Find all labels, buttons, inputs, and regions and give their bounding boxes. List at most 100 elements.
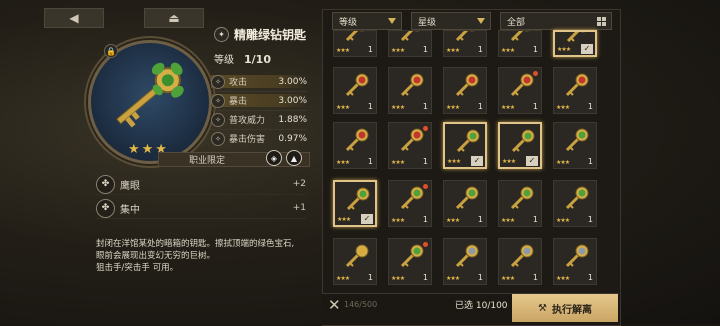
inventory-slot[interactable]: ★★★ 1 [333,67,377,114]
inventory-slot[interactable]: ★★★ 1 [333,238,377,285]
inventory-slot[interactable]: ★★★ ✓ [333,180,377,227]
inventory-slot[interactable]: ★★★ 1 [333,122,377,169]
chevron-down-icon [388,18,396,24]
inventory-slot[interactable]: ★★★ ✓ [498,122,542,169]
item-count: 1 [532,215,538,224]
inventory-slot[interactable]: ★★★ 1 [443,238,487,285]
star-rating: ★★★ [336,104,350,111]
star-rating: ★★★ [336,159,350,166]
item-level: 等级 1/10 [214,51,271,66]
dismantle-button[interactable]: ⚒ 执行解离 [512,294,618,322]
item-count: 1 [422,273,428,282]
stat-value: 3.00% [278,95,307,106]
item-count: 1 [587,273,593,282]
inventory-slot[interactable]: ★★★ 1 [388,122,432,169]
crit-icon: ✧ [211,93,225,108]
inventory-slot[interactable]: ★★★ 1 [388,180,432,227]
star-rating: ★★★ [502,158,516,165]
item-count: 1 [477,215,483,224]
back-button[interactable]: ◀ [44,8,104,28]
skill-value: +1 [292,203,306,213]
inventory-slot[interactable]: ★★★ 1 [388,67,432,114]
item-count: 1 [477,273,483,282]
inventory-slot[interactable]: ★★★ 1 [498,238,542,285]
chevron-down-icon [477,18,485,24]
inventory-slot[interactable]: ★★★ 1 [553,122,597,169]
star-rating: ★★★ [446,217,460,224]
stat-label: 暴击伤害 [229,135,266,145]
stat-row: ✧ 普攻威力 1.88% [211,112,307,127]
inventory-slot[interactable]: ★★★ 1 [443,180,487,227]
item-count: 1 [532,273,538,282]
sword-icon: ✧ [211,74,225,89]
stat-label: 暴击 [229,97,248,107]
star-rating: ★★★ [446,104,460,111]
inventory-slot[interactable]: ★★★ ✓ [553,30,597,57]
sniper-class-icon[interactable]: ◈ [266,150,282,166]
inventory-slot[interactable]: ★★★ 1 [553,238,597,285]
new-badge [423,184,428,189]
stat-value: 3.00% [278,76,307,87]
key-icon [510,73,534,97]
grade-filter-dropdown[interactable]: 等级 [332,12,402,30]
attack-power-icon: ✧ [211,112,225,127]
key-icon [400,186,424,210]
star-rating: ★★★ [556,275,570,282]
item-type-icon: ✦ [214,27,229,42]
focus-icon: ✤ [96,198,115,218]
check-icon: ✓ [471,156,483,166]
description-line: 眼前会展现出变幻无穷的巨树。 [96,251,216,261]
grade-filter-label: 等级 [339,17,358,28]
divider [211,91,307,92]
category-filter-dropdown[interactable]: 全部 [500,12,612,30]
key-icon [510,186,534,210]
inventory-slot[interactable]: ★★★ 1 [388,238,432,285]
star-rating: ★★★ [447,158,461,165]
close-icon[interactable]: ✕ [328,296,341,314]
inventory-slot[interactable]: ★★★ 1 [443,67,487,114]
star-rating: ★★★ [337,216,351,223]
description-line: 封闭在洋馆某处的暗箱的钥匙。擦拭顶端的绿色宝石, [96,239,295,249]
inventory-slot[interactable]: ★★★ 1 [333,30,377,57]
stat-label: 普攻威力 [229,116,266,126]
inventory-slot[interactable]: ★★★ 1 [553,67,597,114]
new-badge [533,71,538,76]
star-rating: ★★★ [556,104,570,111]
job-limit-label: 职业限定 [189,156,226,166]
key-icon [345,128,369,152]
item-count: 1 [477,45,483,54]
divider [211,110,307,111]
eject-icon: ⏏ [168,11,180,25]
key-icon [400,31,420,42]
item-count: 1 [422,45,428,54]
dismantle-label: 执行解离 [551,304,592,316]
star-filter-dropdown[interactable]: 星级 [411,12,491,30]
inventory-slot[interactable]: ★★★ 1 [498,67,542,114]
inventory-slot[interactable]: ★★★ 1 [443,30,487,57]
item-count: 1 [587,102,593,111]
eject-button[interactable]: ⏏ [144,8,204,28]
lock-icon[interactable]: 🔒 [104,44,118,58]
stat-value: 1.88% [278,114,307,125]
back-arrow-icon: ◀ [69,11,79,25]
assault-class-icon[interactable]: ▲ [286,150,302,166]
new-badge [423,126,428,131]
item-count: 1 [422,215,428,224]
star-rating: ★★★ [391,47,405,54]
key-icon [455,244,479,268]
inventory-slot[interactable]: ★★★ 1 [498,180,542,227]
inventory-slot[interactable]: ★★★ 1 [388,30,432,57]
star-rating: ★★★ [446,275,460,282]
star-rating: ★★★ [446,47,460,54]
item-count: 1 [367,273,373,282]
item-count: 1 [587,157,593,166]
inventory-slot[interactable]: ★★★ 1 [553,180,597,227]
inventory-slot[interactable]: ★★★ 1 [498,30,542,57]
stat-row: ✧ 攻击 3.00% [211,74,307,89]
star-rating: ★★★ [336,275,350,282]
key-icon [455,73,479,97]
inventory-slot[interactable]: ★★★ ✓ [443,122,487,169]
crit-damage-icon: ✧ [211,131,225,146]
key-icon [510,244,534,268]
star-rating: ★★★ [391,104,405,111]
